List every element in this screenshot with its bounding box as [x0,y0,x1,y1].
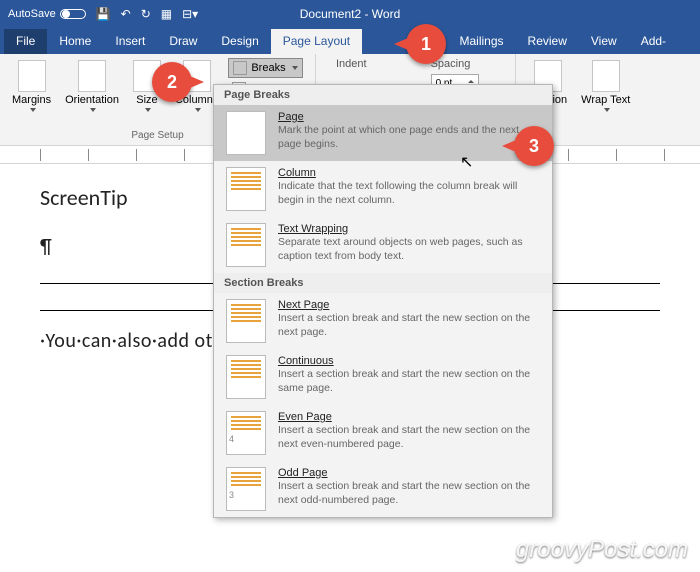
orientation-button[interactable]: Orientation [61,58,123,114]
redo-icon[interactable]: ↻ [141,7,151,21]
section-page-breaks: Page Breaks [214,85,552,105]
continuous-icon [226,355,266,399]
tab-review[interactable]: Review [516,29,579,54]
orientation-icon [78,60,106,92]
menu-item-next-page[interactable]: Next PageInsert a section break and star… [214,293,552,349]
tab-draw[interactable]: Draw [157,29,209,54]
even-page-icon [226,411,266,455]
tab-addins[interactable]: Add- [629,29,678,54]
wrap-icon [592,60,620,92]
tab-file[interactable]: File [4,29,47,54]
document-title: Document2 - Word [300,7,400,21]
margins-button[interactable]: Margins [8,58,55,114]
tab-view[interactable]: View [579,29,629,54]
next-page-icon [226,299,266,343]
page-break-icon [226,111,266,155]
breaks-icon [233,61,247,75]
autosave-toggle[interactable]: AutoSave [8,8,86,20]
title-bar: AutoSave 💾 ↶ ↻ ▦ ⊟▾ Document2 - Word [0,0,700,28]
menu-item-continuous[interactable]: ContinuousInsert a section break and sta… [214,349,552,405]
undo-icon[interactable]: ↶ [121,7,131,21]
tab-insert[interactable]: Insert [103,29,157,54]
ribbon-tabs: File Home Insert Draw Design Page Layout… [0,28,700,54]
spacing-label: Spacing [431,58,495,74]
menu-item-odd-page[interactable]: Odd PageInsert a section break and start… [214,461,552,517]
cursor-icon: ↖ [460,152,473,172]
quick-access-toolbar: AutoSave 💾 ↶ ↻ ▦ ⊟▾ [8,7,198,21]
tab-page-layout[interactable]: Page Layout [271,29,362,54]
margins-icon [18,60,46,92]
section-section-breaks: Section Breaks [214,273,552,293]
wrap-text-button[interactable]: Wrap Text [577,58,634,114]
menu-item-page[interactable]: PageMark the point at which one page end… [214,105,552,161]
odd-page-icon [226,467,266,511]
menu-item-even-page[interactable]: Even PageInsert a section break and star… [214,405,552,461]
indent-label: Indent [336,58,391,74]
toggle-icon [60,9,86,19]
column-break-icon [226,167,266,211]
tab-mailings[interactable]: Mailings [448,29,516,54]
save-icon[interactable]: 💾 [96,7,111,21]
menu-item-text-wrapping[interactable]: Text WrappingSeparate text around object… [214,217,552,273]
callout-3: 3 [514,126,554,166]
table-icon[interactable]: ▦ [161,7,172,21]
tab-home[interactable]: Home [47,29,103,54]
watermark: groovyPost.com [516,536,688,564]
breaks-qat-icon[interactable]: ⊟▾ [182,7,198,21]
menu-item-column[interactable]: ColumnIndicate that the text following t… [214,161,552,217]
text-wrapping-icon [226,223,266,267]
tab-design[interactable]: Design [209,29,270,54]
autosave-label: AutoSave [8,8,56,20]
callout-1: 1 [406,24,446,64]
callout-2: 2 [152,62,192,102]
breaks-button[interactable]: Breaks [228,58,302,78]
